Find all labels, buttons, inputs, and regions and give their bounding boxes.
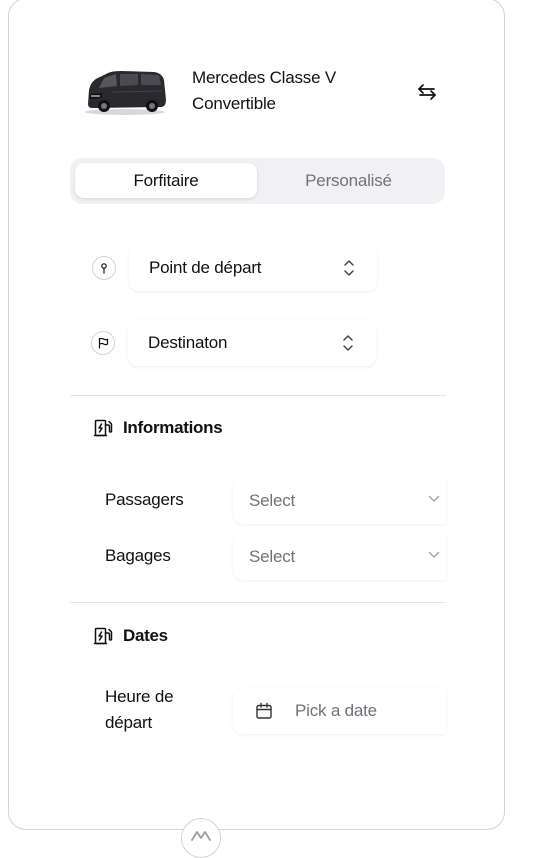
swap-vehicle-button[interactable] — [412, 78, 442, 106]
bagages-select-value: Select — [249, 547, 296, 566]
passagers-select[interactable]: Select — [233, 478, 446, 524]
bagages-label: Bagages — [105, 546, 171, 565]
passagers-select-value: Select — [249, 491, 296, 510]
dates-section-title: Dates — [93, 626, 168, 646]
destination-select[interactable]: Destinaton — [128, 320, 376, 366]
date-picker-placeholder: Pick a date — [295, 701, 377, 720]
departure-select[interactable]: Point de départ — [129, 245, 377, 291]
bagages-select[interactable]: Select — [233, 534, 446, 580]
vehicle-name: Mercedes Classe V — [192, 68, 336, 87]
informations-section-title: Informations — [93, 418, 223, 438]
calendar-icon — [256, 702, 272, 719]
informations-title: Informations — [123, 418, 223, 437]
swap-arrows-icon — [418, 84, 436, 100]
vehicle-type: Convertible — [192, 94, 276, 113]
pricing-tabs: Forfitaire Personalisé — [70, 158, 445, 204]
tab-personalise[interactable]: Personalisé — [257, 163, 440, 198]
dates-title: Dates — [123, 626, 168, 645]
chevron-up-down-icon — [343, 335, 353, 351]
passagers-label: Passagers — [105, 490, 184, 509]
divider — [70, 602, 446, 603]
map-pin-icon — [92, 256, 116, 280]
tab-forfitaire[interactable]: Forfitaire — [75, 163, 257, 198]
fuel-pump-icon — [93, 419, 113, 437]
divider — [70, 395, 446, 396]
fuel-pump-icon — [93, 627, 113, 645]
departure-select-label: Point de départ — [149, 258, 262, 277]
heure-depart-label: Heure de départ — [105, 687, 174, 732]
van-image — [82, 68, 168, 116]
chevron-up-down-icon — [344, 260, 354, 276]
collapse-handle-button[interactable] — [181, 818, 221, 858]
destination-select-label: Destinaton — [148, 333, 228, 352]
logo-icon — [191, 831, 211, 841]
flag-icon — [91, 331, 115, 355]
chevron-down-icon — [428, 495, 440, 502]
chevron-down-icon — [428, 551, 440, 558]
date-picker-button[interactable]: Pick a date — [233, 688, 446, 734]
